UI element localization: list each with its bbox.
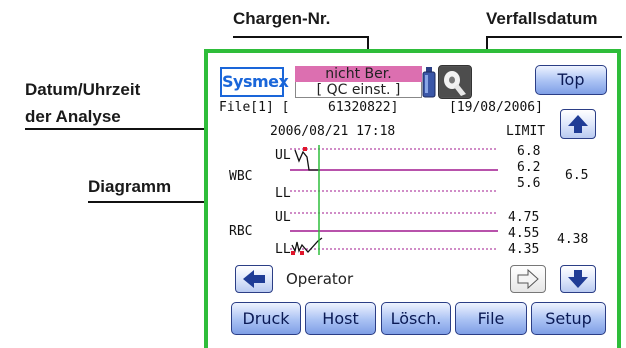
rbc-marker-1 xyxy=(291,251,295,255)
scroll-down-button[interactable] xyxy=(560,265,596,293)
print-button-label: Druck xyxy=(242,309,290,328)
analyzer-screen: Sysmex nicht Ber. [ QC einst. ] Top File… xyxy=(204,49,621,348)
arrow-right-icon xyxy=(517,268,539,290)
arrow-down-icon xyxy=(568,270,588,288)
next-button-disabled[interactable] xyxy=(510,265,546,293)
print-button[interactable]: Druck xyxy=(231,302,301,335)
rbc-trace xyxy=(291,237,323,253)
callout-diagramm: Diagramm xyxy=(88,177,172,196)
wbc-marker xyxy=(303,147,307,151)
callout-datum-line1: Datum/Uhrzeit xyxy=(25,80,141,99)
delete-button-label: Lösch. xyxy=(390,309,442,328)
callout-verfallsdatum: Verfallsdatum xyxy=(486,9,598,28)
previous-button[interactable] xyxy=(235,265,273,293)
wbc-trace xyxy=(294,149,320,171)
host-button[interactable]: Host xyxy=(305,302,376,335)
file-button-label: File xyxy=(477,309,505,328)
operator-label: Operator xyxy=(286,270,354,288)
setup-button-label: Setup xyxy=(545,309,592,328)
delete-button[interactable]: Lösch. xyxy=(381,302,451,335)
callout-chargen-nr: Chargen-Nr. xyxy=(233,9,331,28)
qc-chart xyxy=(290,145,498,255)
file-button[interactable]: File xyxy=(455,302,527,335)
arrow-left-icon xyxy=(243,270,265,288)
callout-datum-line2: der Analyse xyxy=(25,107,121,126)
host-button-label: Host xyxy=(322,309,359,328)
rbc-marker-2 xyxy=(300,251,304,255)
setup-button[interactable]: Setup xyxy=(531,302,606,335)
leader-chargen-horizontal xyxy=(233,36,368,38)
leader-verfall-horizontal xyxy=(486,36,622,38)
